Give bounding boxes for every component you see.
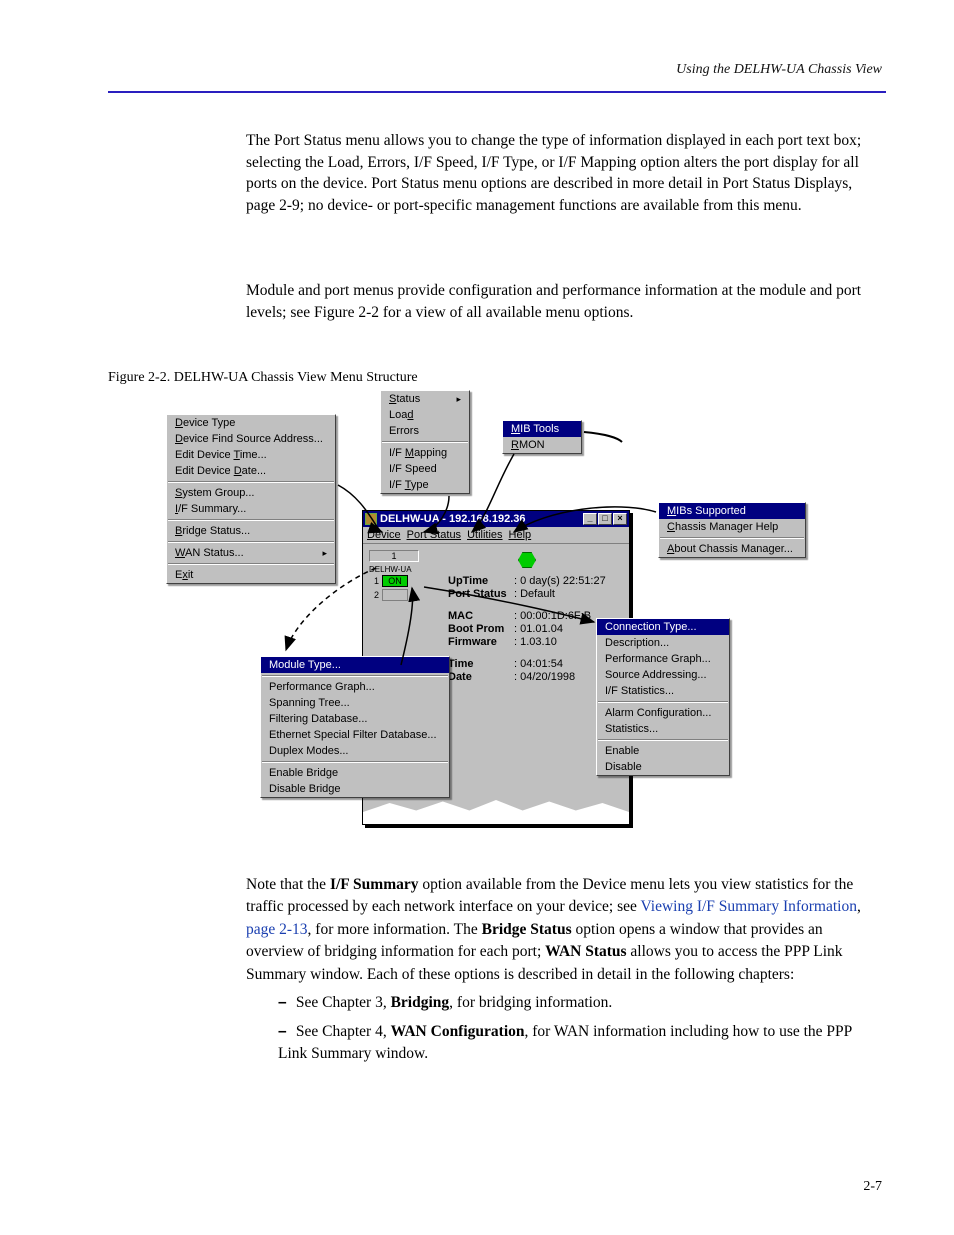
menubar-port-status[interactable]: Port Status	[407, 529, 461, 541]
menu-item[interactable]: Device Find Source Address...	[167, 431, 335, 447]
menu-item[interactable]: About Chassis Manager...	[659, 541, 805, 557]
paragraph-1: The Port Status menu allows you to chang…	[246, 130, 874, 217]
menu-item[interactable]: Ethernet Special Filter Database...	[261, 727, 449, 743]
menu-item[interactable]: Enable Bridge	[261, 765, 449, 781]
close-button[interactable]: ×	[613, 513, 627, 525]
menu-item[interactable]: Bridge Status...	[167, 523, 335, 539]
menu-item[interactable]: Performance Graph...	[597, 651, 729, 667]
menu-item[interactable]: I/F Statistics...	[597, 683, 729, 699]
menu-item[interactable]: MIB Tools	[503, 421, 581, 437]
menu-item[interactable]: I/F Mapping	[381, 445, 469, 461]
port-status-menu: StatusLoadErrors I/F MappingI/F SpeedI/F …	[380, 390, 470, 494]
minimize-button[interactable]: _	[583, 513, 597, 525]
menu-item[interactable]: Device Type	[167, 415, 335, 431]
menu-item[interactable]: Disable	[597, 759, 729, 775]
menu-item[interactable]: Spanning Tree...	[261, 695, 449, 711]
menu-item[interactable]: I/F Type	[381, 477, 469, 493]
menu-item[interactable]: Statistics...	[597, 721, 729, 737]
menubar-help[interactable]: Help	[509, 529, 532, 541]
post-figure-text: Note that the I/F Summary option availab…	[108, 868, 874, 1066]
titlebar[interactable]: DELHW-UA - 192.168.192.36 _ □ ×	[363, 511, 629, 527]
menu-item[interactable]: MIBs Supported	[659, 503, 805, 519]
menubar-device[interactable]: Device	[367, 529, 401, 541]
menu-item[interactable]: I/F Summary...	[167, 501, 335, 517]
section-header: Using the DELHW-UA Chassis View	[676, 62, 882, 78]
menubar: Device Port Status Utilities Help	[363, 527, 629, 544]
figure-area: Device TypeDevice Find Source Address...…	[166, 390, 816, 840]
menu-item[interactable]: Filtering Database...	[261, 711, 449, 727]
app-icon	[365, 513, 377, 525]
menu-item[interactable]: Errors	[381, 423, 469, 439]
menu-item[interactable]: I/F Speed	[381, 461, 469, 477]
figure-caption: Figure 2-2. DELHW-UA Chassis View Menu S…	[108, 370, 418, 386]
menu-item[interactable]: Status	[381, 391, 469, 407]
menu-item[interactable]: Duplex Modes...	[261, 743, 449, 759]
module-menu: Module Type... Performance Graph...Spanni…	[260, 656, 450, 798]
menu-item[interactable]: Edit Device Time...	[167, 447, 335, 463]
status-hex-icon	[518, 552, 536, 568]
menu-item[interactable]: System Group...	[167, 485, 335, 501]
menubar-utilities[interactable]: Utilities	[467, 529, 502, 541]
paragraph-2: Module and port menus provide configurat…	[246, 280, 874, 323]
module-label: DELHW-UA	[369, 565, 419, 574]
header-rule	[108, 91, 886, 93]
menu-item[interactable]: Source Addressing...	[597, 667, 729, 683]
menu-item[interactable]: WAN Status...	[167, 545, 335, 561]
port-menu: Connection Type...Description...Performa…	[596, 618, 730, 776]
port-1-status[interactable]: ON	[382, 575, 408, 587]
menu-item[interactable]: RMON	[503, 437, 581, 453]
page-number: 2-7	[863, 1179, 882, 1195]
menu-item[interactable]: Enable	[597, 743, 729, 759]
utilities-menu: MIB ToolsRMON	[502, 420, 582, 454]
torn-edge	[363, 794, 629, 824]
menu-item[interactable]: Connection Type...	[597, 619, 729, 635]
menu-item[interactable]: Edit Device Date...	[167, 463, 335, 479]
menu-item[interactable]: Load	[381, 407, 469, 423]
maximize-button[interactable]: □	[598, 513, 612, 525]
menu-item[interactable]: Disable Bridge	[261, 781, 449, 797]
menu-item[interactable]: Performance Graph...	[261, 679, 449, 695]
device-menu: Device TypeDevice Find Source Address...…	[166, 414, 336, 584]
module-panel: 1 DELHW-UA 1ON 2	[369, 550, 419, 602]
menu-item[interactable]: Alarm Configuration...	[597, 705, 729, 721]
menu-item[interactable]: Description...	[597, 635, 729, 651]
menu-item[interactable]: Exit	[167, 567, 335, 583]
menu-item[interactable]: Module Type...	[261, 657, 449, 673]
port-table: 1ON 2	[369, 574, 419, 602]
menu-item[interactable]: Chassis Manager Help	[659, 519, 805, 535]
window-title: DELHW-UA - 192.168.192.36	[380, 513, 526, 525]
help-menu: MIBs SupportedChassis Manager Help About …	[658, 502, 806, 558]
port-2-status[interactable]	[382, 589, 408, 601]
